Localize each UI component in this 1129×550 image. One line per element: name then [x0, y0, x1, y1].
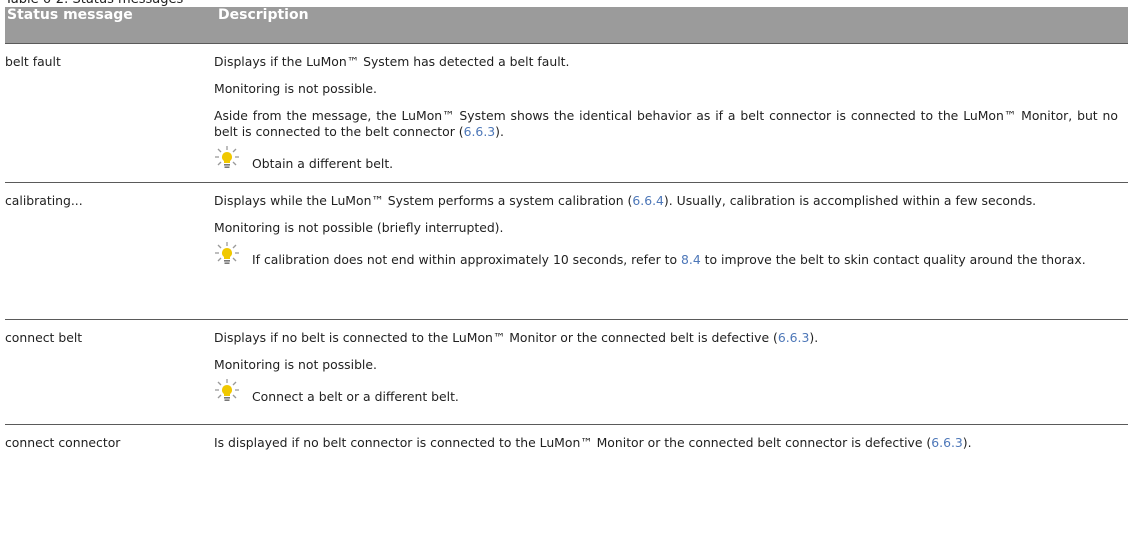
text-span: Is displayed if no belt connector is con… [214, 435, 932, 450]
lightbulb-icon [215, 379, 239, 401]
description-text: Aside from the message, the LuMon™ Syste… [214, 108, 1118, 140]
text-span: ). [495, 124, 504, 139]
table-row: connect belt Displays if no belt is conn… [5, 319, 1128, 425]
lightbulb-icon [215, 146, 239, 168]
table-row: connect connector Is displayed if no bel… [5, 424, 1128, 462]
status-message-cell: calibrating... [5, 193, 83, 208]
status-message-cell: connect belt [5, 330, 83, 345]
status-message-cell: connect connector [5, 435, 121, 450]
tip-text: Connect a belt or a different belt. [252, 389, 459, 404]
section-link[interactable]: 6.6.3 [778, 330, 810, 345]
tip-note: If calibration does not end within appro… [214, 242, 1118, 268]
description-text: Monitoring is not possible. [214, 357, 377, 372]
text-span: ). Usually, calibration is accomplished … [663, 193, 1037, 208]
header-description: Description [204, 7, 1128, 44]
description-text: Is displayed if no belt connector is con… [214, 435, 1118, 451]
status-messages-table: Status message Description belt fault Di… [5, 7, 1128, 461]
description-text: Displays if the LuMon™ System has detect… [214, 54, 570, 69]
text-span: ). [809, 330, 819, 345]
description-text: Displays while the LuMon™ System perform… [214, 193, 1118, 209]
description-text: Monitoring is not possible. [214, 81, 377, 96]
text-span: to improve the belt to skin contact qual… [700, 252, 1086, 267]
description-cell: Displays if no belt is connected to the … [204, 320, 1128, 425]
description-text: Displays if no belt is connected to the … [214, 330, 1118, 346]
status-message-cell: belt fault [5, 54, 61, 69]
tip-text: If calibration does not end within appro… [252, 252, 1118, 268]
table-row: calibrating... Displays while the LuMon™… [5, 182, 1128, 320]
text-span: If calibration does not end within appro… [252, 252, 682, 267]
description-text: Monitoring is not possible (briefly inte… [214, 220, 504, 235]
text-span: Aside from the message, the LuMon™ Syste… [214, 108, 1118, 139]
table-header-row: Status message Description [5, 7, 1128, 44]
section-link[interactable]: 6.6.3 [464, 124, 496, 139]
description-cell: Displays if the LuMon™ System has detect… [204, 44, 1128, 183]
tip-text: Obtain a different belt. [252, 156, 394, 171]
table-row: belt fault Displays if the LuMon™ System… [5, 43, 1128, 183]
description-cell: Displays while the LuMon™ System perform… [204, 183, 1128, 320]
section-link[interactable]: 8.4 [681, 252, 701, 267]
section-link[interactable]: 6.6.3 [931, 435, 963, 450]
description-cell: Is displayed if no belt connector is con… [204, 425, 1128, 462]
text-span: ). [962, 435, 972, 450]
section-link[interactable]: 6.6.4 [632, 193, 664, 208]
header-status-message: Status message [5, 7, 204, 44]
tip-note: Connect a belt or a different belt. [214, 379, 1118, 405]
tip-note: Obtain a different belt. [214, 146, 1118, 172]
text-span: Displays if no belt is connected to the … [214, 330, 778, 345]
text-span: Displays while the LuMon™ System perform… [214, 193, 633, 208]
lightbulb-icon [215, 242, 239, 264]
